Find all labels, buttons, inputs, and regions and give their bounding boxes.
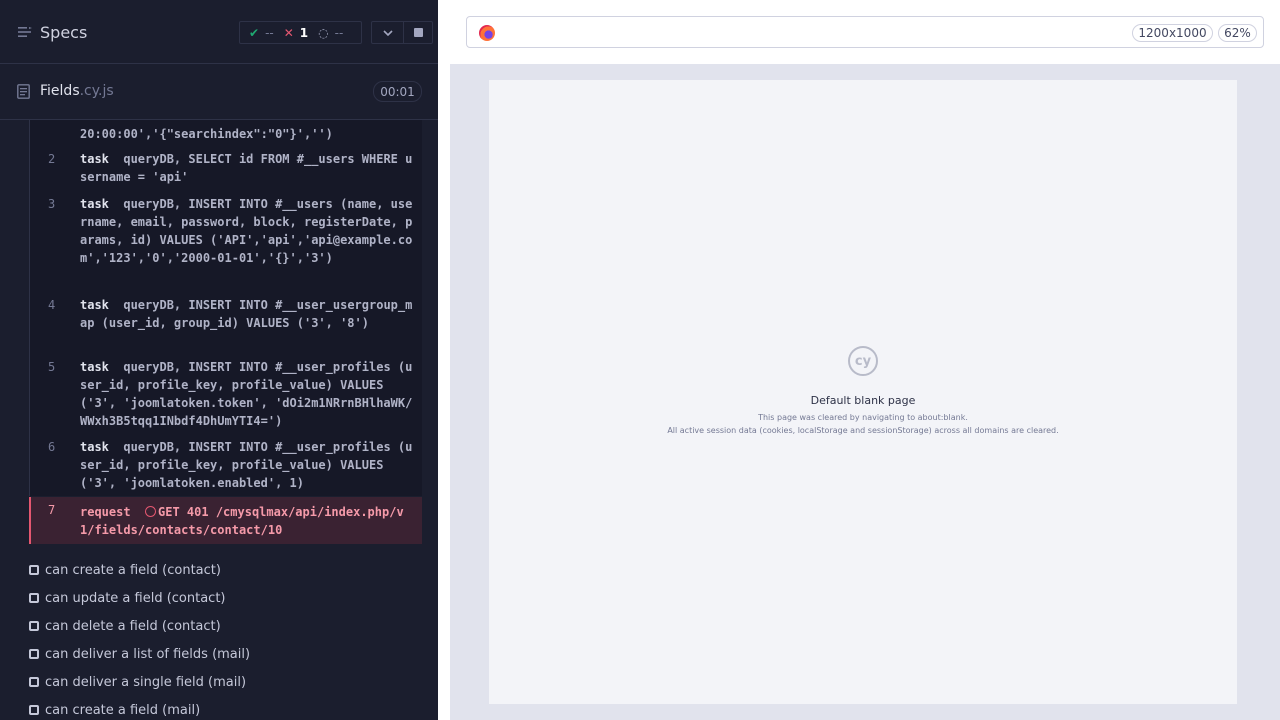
test-title: can update a field (contact) bbox=[45, 590, 226, 606]
document-icon bbox=[17, 84, 30, 99]
test-pending-icon bbox=[29, 677, 39, 687]
x-icon: ✕ bbox=[283, 25, 294, 40]
test-pending-icon bbox=[29, 593, 39, 603]
command-text: queryDB, INSERT INTO #__users (name, use… bbox=[80, 197, 413, 265]
command-keyword: task bbox=[80, 298, 109, 312]
specs-list-icon[interactable] bbox=[18, 26, 32, 38]
spinner-icon: ◌ bbox=[318, 25, 329, 40]
spec-file-ext: .cy.js bbox=[79, 83, 114, 99]
reporter-panel: Specs ✔ -- ✕ 1 ◌ -- Fields.cy.js 00:01 2… bbox=[0, 0, 438, 720]
command-keyword: task bbox=[80, 440, 109, 454]
command-text: queryDB, SELECT id FROM #__users WHERE u… bbox=[80, 152, 413, 184]
spec-file-base: Fields bbox=[40, 83, 80, 99]
test-pending-icon bbox=[29, 705, 39, 715]
aut-toolbar: 1200x1000 62% bbox=[438, 0, 1280, 64]
test-item[interactable]: can create a field (mail) bbox=[29, 700, 200, 720]
test-title: can create a field (mail) bbox=[45, 702, 201, 718]
zoom-level: 62% bbox=[1218, 24, 1257, 42]
test-title: can create a field (contact) bbox=[45, 562, 221, 578]
command-body: task queryDB, INSERT INTO #__users (name… bbox=[80, 195, 416, 267]
test-item[interactable]: can delete a field (contact) bbox=[29, 616, 221, 636]
viewport-size[interactable]: 1200x1000 bbox=[1132, 24, 1213, 42]
command-body: task queryDB, SELECT id FROM #__users WH… bbox=[80, 150, 416, 186]
command-number: 7 bbox=[48, 503, 56, 517]
spec-file-name[interactable]: Fields.cy.js bbox=[40, 83, 114, 99]
chevron-down-icon bbox=[382, 29, 393, 36]
command-body: task queryDB, INSERT INTO #__user_usergr… bbox=[80, 296, 416, 332]
command-number: 4 bbox=[48, 298, 56, 312]
app-under-test: 1200x1000 62% cy Default blank page This… bbox=[438, 0, 1280, 720]
command-text: queryDB, INSERT INTO #__user_profiles (u… bbox=[80, 440, 413, 490]
passed-count: -- bbox=[265, 25, 274, 40]
url-bar[interactable]: 1200x1000 62% bbox=[466, 16, 1264, 48]
test-item[interactable]: can update a field (contact) bbox=[29, 588, 226, 608]
blank-page-description: This page was cleared by navigating to a… bbox=[758, 413, 968, 422]
pending-count: -- bbox=[334, 25, 344, 40]
test-stats: ✔ -- ✕ 1 ◌ -- bbox=[239, 21, 362, 44]
test-title: can delete a field (contact) bbox=[45, 618, 221, 634]
collapse-button[interactable] bbox=[371, 21, 404, 44]
stop-button[interactable] bbox=[403, 21, 433, 44]
test-item[interactable]: can deliver a list of fields (mail) bbox=[29, 644, 250, 664]
spec-duration: 00:01 bbox=[373, 81, 422, 102]
cypress-logo: cy bbox=[848, 346, 878, 376]
command-keyword: request bbox=[80, 505, 131, 519]
command-text: queryDB, INSERT INTO #__user_usergroup_m… bbox=[80, 298, 413, 330]
command-text: 20:00:00','{"searchindex":"0"}','') bbox=[80, 127, 333, 141]
command-body: task queryDB, INSERT INTO #__user_profil… bbox=[80, 358, 416, 430]
test-title: can deliver a list of fields (mail) bbox=[45, 646, 251, 662]
pending-stat: ◌ -- bbox=[318, 26, 343, 40]
pending-request-icon bbox=[145, 506, 157, 517]
command-number: 5 bbox=[48, 360, 56, 374]
command-keyword: task bbox=[80, 152, 109, 166]
test-pending-icon bbox=[29, 649, 39, 659]
passed-stat: ✔ -- bbox=[249, 26, 274, 40]
blank-page-title: Default blank page bbox=[810, 394, 916, 407]
test-item[interactable]: can create a field (contact) bbox=[29, 560, 221, 580]
command-number: 3 bbox=[48, 197, 56, 211]
failed-command-row[interactable]: 7 request GET 401 /cmysqlmax/api/index.p… bbox=[29, 497, 422, 544]
specs-title[interactable]: Specs bbox=[40, 23, 87, 42]
command-keyword: task bbox=[80, 360, 109, 374]
command-row[interactable]: 20:00:00','{"searchindex":"0"}','') bbox=[29, 124, 422, 144]
command-text: queryDB, INSERT INTO #__user_profiles (u… bbox=[80, 360, 413, 428]
command-number: 6 bbox=[48, 440, 56, 454]
firefox-icon bbox=[479, 25, 495, 41]
panel-resizer[interactable] bbox=[438, 64, 450, 720]
blank-page: cy Default blank page This page was clea… bbox=[489, 80, 1237, 704]
test-pending-icon bbox=[29, 621, 39, 631]
failed-stat: ✕ 1 bbox=[284, 26, 308, 40]
reporter-header: Specs ✔ -- ✕ 1 ◌ -- bbox=[0, 0, 438, 64]
stop-icon bbox=[413, 28, 423, 37]
failed-count: 1 bbox=[299, 25, 309, 40]
command-body: request GET 401 /cmysqlmax/api/index.php… bbox=[80, 503, 416, 539]
command-number: 2 bbox=[48, 152, 56, 166]
test-title: can deliver a single field (mail) bbox=[45, 674, 247, 690]
blank-page-description: All active session data (cookies, localS… bbox=[667, 426, 1059, 435]
check-icon: ✔ bbox=[249, 25, 260, 40]
test-item[interactable]: can deliver a single field (mail) bbox=[29, 672, 246, 692]
command-body: task queryDB, INSERT INTO #__user_profil… bbox=[80, 438, 416, 492]
test-pending-icon bbox=[29, 565, 39, 575]
command-keyword: task bbox=[80, 197, 109, 211]
